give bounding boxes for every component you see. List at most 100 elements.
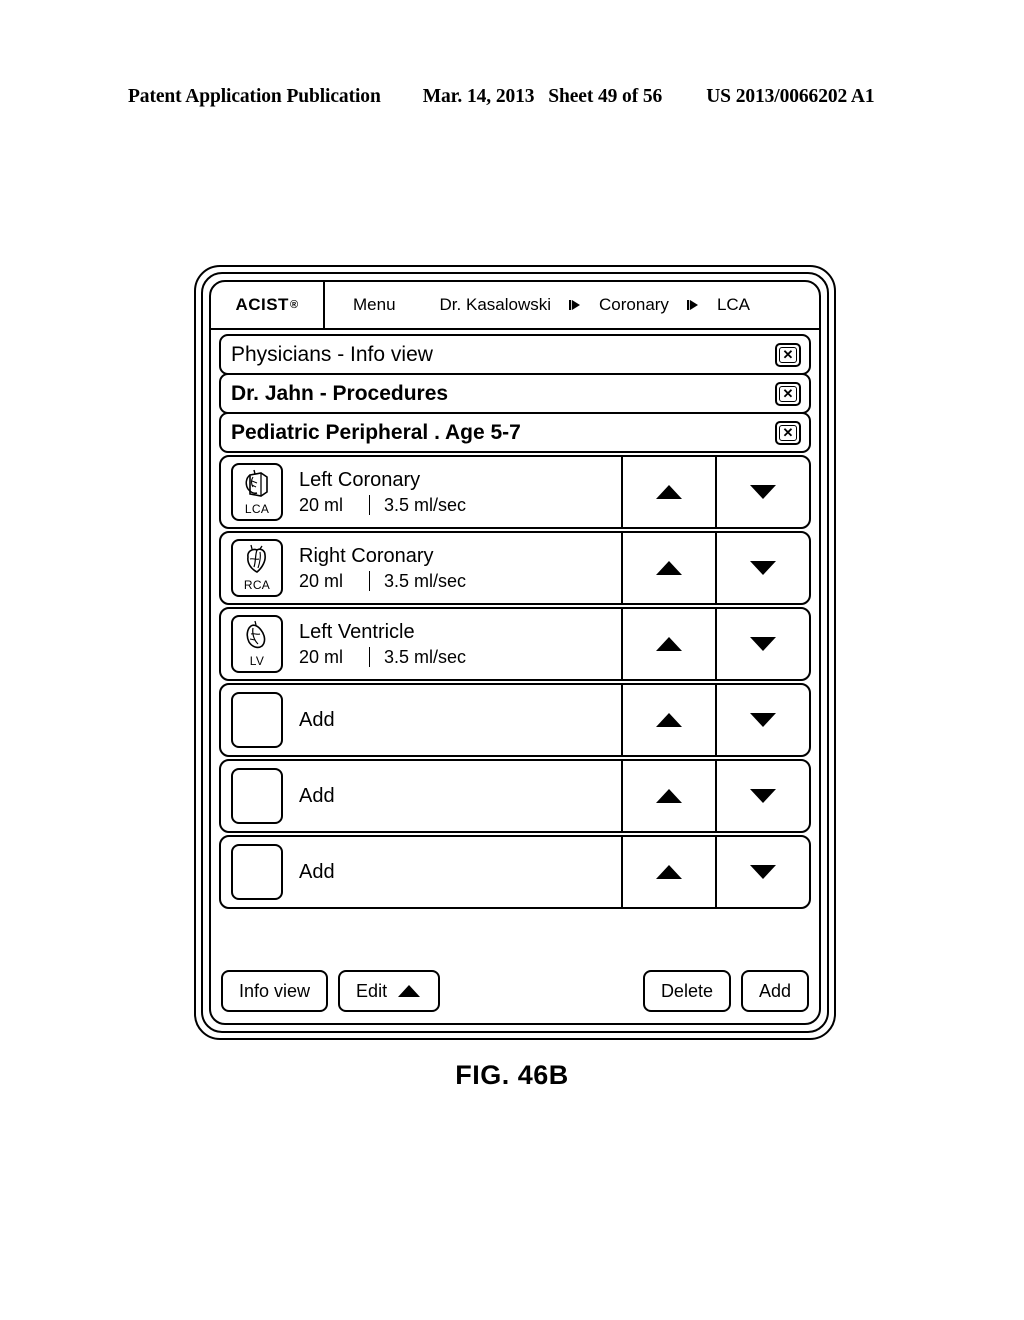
row-down-button[interactable] [717,533,809,603]
publication-date-sheet: Mar. 14, 2013 Sheet 49 of 56 [423,86,663,108]
icon-label: LV [249,654,265,668]
row-down-button[interactable] [717,685,809,755]
row-up-button[interactable] [623,609,717,679]
procedure-list: LCA Left Coronary 20 ml 3.5 ml/sec RCA R… [211,451,819,959]
row-volume: 20 ml [299,494,344,515]
table-row[interactable]: RCA Right Coronary 20 ml 3.5 ml/sec [219,531,811,605]
row-title: Add [299,860,335,883]
empty-icon-placeholder [231,844,283,900]
publication-number: US 2013/0066202 A1 [706,86,875,107]
add-label: Add [758,980,791,1001]
triangle-up-icon [656,789,682,803]
row-volume: 20 ml [299,570,344,591]
close-icon[interactable]: ✕ [775,342,801,367]
row-icon-cell [221,761,293,831]
triangle-down-icon [750,713,776,727]
triangle-up-icon [656,865,682,879]
heart-rca-icon: RCA [231,539,283,597]
title-bar-label: Physicians - Info view [231,342,433,366]
table-row[interactable]: Add [219,835,811,909]
triangle-down-icon [750,485,776,499]
row-text-cell: Right Coronary 20 ml 3.5 ml/sec [293,533,623,603]
row-down-button[interactable] [717,837,809,907]
delete-button[interactable]: Delete [642,970,731,1012]
add-button[interactable]: Add [740,970,809,1012]
breadcrumb: Menu Dr. Kasalowski Coronary LCA [325,282,819,328]
triangle-up-icon [398,985,421,997]
title-bar-procedures[interactable]: Dr. Jahn - Procedures ✕ [219,373,811,414]
breadcrumb-item-lca[interactable]: LCA [717,295,750,315]
row-down-button[interactable] [717,761,809,831]
device-bezel-outer: ACIST® Menu Dr. Kasalowski Coronary LCA [194,265,836,1040]
title-bar-pediatric-peripheral[interactable]: Pediatric Peripheral . Age 5-7 ✕ [219,412,811,453]
triangle-up-icon [656,637,682,651]
table-row[interactable]: Add [219,759,811,833]
row-title: Left Ventricle [299,620,415,643]
row-icon-cell: LCA [221,457,293,527]
row-title: Add [299,708,335,731]
close-x-icon: ✕ [779,385,797,402]
table-row[interactable]: LCA Left Coronary 20 ml 3.5 ml/sec [219,455,811,529]
row-down-button[interactable] [717,457,809,527]
row-up-button[interactable] [623,837,717,907]
device-screen: ACIST® Menu Dr. Kasalowski Coronary LCA [209,280,821,1025]
value-divider [369,571,370,591]
close-icon[interactable]: ✕ [775,381,801,406]
row-up-button[interactable] [623,533,717,603]
icon-label: RCA [243,578,271,592]
row-text-cell: Add [293,761,623,831]
info-view-label: Info view [239,980,311,1001]
triangle-right-icon [685,297,701,313]
delete-label: Delete [660,980,713,1001]
row-title: Left Coronary [299,468,421,491]
brand-name: ACIST [235,295,289,314]
icon-label: LCA [244,502,270,516]
row-icon-cell [221,685,293,755]
title-bar-physicians[interactable]: Physicians - Info view ✕ [219,334,811,375]
row-values: 20 ml 3.5 ml/sec [299,571,621,592]
empty-icon-placeholder [231,768,283,824]
close-x-icon: ✕ [779,424,797,441]
row-icon-cell: LV [221,609,293,679]
table-row[interactable]: Add [219,683,811,757]
row-down-button[interactable] [717,609,809,679]
row-values: 20 ml 3.5 ml/sec [299,495,621,516]
row-text-cell: Add [293,837,623,907]
registered-trademark-icon: ® [289,299,299,311]
edit-button[interactable]: Edit [338,970,441,1012]
menu-button[interactable]: Menu [353,295,396,315]
row-text-cell: Left Ventricle 20 ml 3.5 ml/sec [293,609,623,679]
row-rate: 3.5 ml/sec [384,494,467,515]
heart-lca-icon: LCA [231,463,283,521]
row-rate: 3.5 ml/sec [384,646,467,667]
publication-sheet: Sheet 49 of 56 [548,86,663,107]
figure-caption: FIG. 46B [455,1060,569,1090]
close-icon[interactable]: ✕ [775,420,801,445]
title-bar-stack: Physicians - Info view ✕ Dr. Jahn - Proc… [211,330,819,453]
row-up-button[interactable] [623,761,717,831]
acist-logo: ACIST ® [211,282,325,328]
breadcrumb-item-physician[interactable]: Dr. Kasalowski [440,295,551,315]
empty-icon-placeholder [231,692,283,748]
triangle-down-icon [750,789,776,803]
row-rate: 3.5 ml/sec [384,570,467,591]
info-view-button[interactable]: Info view [221,970,329,1012]
row-values: 20 ml 3.5 ml/sec [299,647,621,668]
value-divider [369,647,370,667]
edit-label: Edit [356,980,388,1001]
row-title: Add [299,784,335,807]
table-row[interactable]: LV Left Ventricle 20 ml 3.5 ml/sec [219,607,811,681]
row-title: Right Coronary [299,544,434,567]
row-icon-cell [221,837,293,907]
title-bar-label: Pediatric Peripheral . Age 5-7 [231,420,521,444]
heart-lv-icon: LV [231,615,283,673]
device-bezel-inner: ACIST® Menu Dr. Kasalowski Coronary LCA [201,272,829,1033]
row-up-button[interactable] [623,685,717,755]
close-x-icon: ✕ [779,346,797,363]
breadcrumb-item-coronary[interactable]: Coronary [599,295,669,315]
row-up-button[interactable] [623,457,717,527]
publication-header: Patent Application Publication Mar. 14, … [128,86,896,108]
row-volume: 20 ml [299,646,344,667]
row-text-cell: Add [293,685,623,755]
triangle-down-icon [750,561,776,575]
